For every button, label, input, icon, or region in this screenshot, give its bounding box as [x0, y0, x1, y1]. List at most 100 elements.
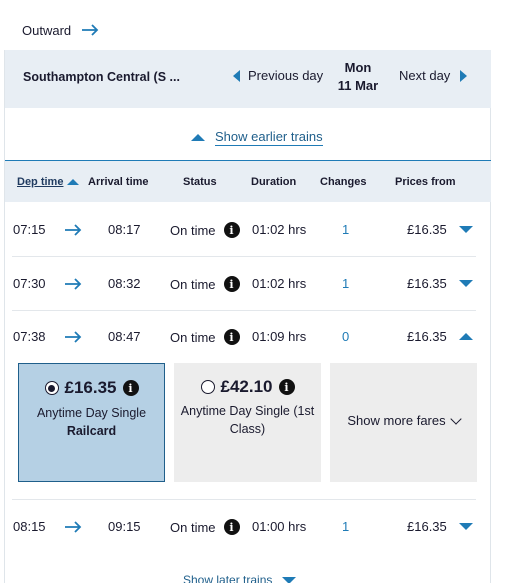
day-label: Mon [344, 60, 372, 75]
triangle-up-icon [458, 333, 473, 340]
chevron-left-icon [233, 69, 240, 82]
fare-description: Anytime Day Single Railcard [25, 404, 158, 440]
arrow-right-icon [64, 223, 81, 236]
table-header: Dep time Arrival time Status Duration Ch… [5, 160, 491, 202]
show-earlier-trains-label: Show earlier trains [215, 129, 323, 146]
duration: 01:00 hrs [252, 519, 307, 534]
price-cell[interactable]: £16.35 [407, 519, 473, 534]
show-later-trains-button[interactable]: Show later trains [183, 573, 297, 583]
date-label: 11 Mar [337, 78, 379, 93]
radio-unselected[interactable] [200, 380, 215, 394]
table-row[interactable]: 07:30 08:32 On time i 01:02 hrs 1 £16.35 [12, 257, 476, 311]
arrival-time-header: Arrival time [88, 176, 149, 188]
table-row[interactable]: 08:15 09:15 On time i 01:00 hrs 1 £16.35 [12, 500, 476, 554]
status-cell: On time i [170, 276, 240, 292]
show-more-fares-card[interactable]: Show more fares [330, 363, 477, 482]
arrow-right-icon [64, 330, 81, 343]
arrival-time: 08:32 [108, 276, 141, 291]
station-bar: Southampton Central (S ... Previous day … [5, 50, 491, 108]
status-text: On time [170, 519, 216, 535]
status-cell: On time i [170, 222, 240, 238]
dep-cell: 08:15 [13, 519, 82, 534]
info-icon[interactable]: i [223, 276, 240, 292]
status-cell: On time i [170, 329, 240, 345]
triangle-down-icon [282, 576, 297, 583]
info-icon[interactable]: i [122, 380, 139, 396]
fare-price: £16.35 [64, 378, 117, 397]
info-icon[interactable]: i [278, 379, 295, 395]
price: £16.35 [407, 329, 447, 344]
changes-link[interactable]: 1 [342, 276, 349, 291]
show-earlier-trains-button[interactable]: Show earlier trains [191, 129, 323, 146]
price: £16.35 [407, 276, 447, 291]
duration-header: Duration [251, 176, 297, 188]
info-icon[interactable]: i [223, 222, 240, 238]
changes-link[interactable]: 1 [342, 519, 349, 534]
show-more-fares-label: Show more fares [347, 413, 446, 428]
status-cell: On time i [170, 519, 240, 535]
price-cell[interactable]: £16.35 [407, 276, 473, 291]
status-header: Status [183, 176, 217, 188]
dep-time: 08:15 [13, 519, 46, 534]
fare-price-row: £42.10 i [174, 377, 321, 397]
info-icon[interactable]: i [223, 329, 240, 345]
dep-cell: 07:15 [13, 222, 82, 237]
dep-time: 07:15 [13, 222, 46, 237]
dep-cell: 07:38 [13, 329, 82, 344]
arrival-time: 08:17 [108, 222, 141, 237]
price-cell[interactable]: £16.35 [407, 329, 473, 344]
price-cell[interactable]: £16.35 [407, 222, 473, 237]
arrival-time: 09:15 [108, 519, 141, 534]
previous-day-button[interactable]: Previous day [233, 68, 323, 83]
changes-link[interactable]: 0 [342, 329, 349, 344]
arrow-right-icon [81, 24, 99, 36]
duration: 01:02 hrs [252, 222, 307, 237]
status-text: On time [170, 329, 216, 345]
dep-time-header: Dep time [17, 176, 64, 188]
sort-ascending-icon [67, 179, 80, 185]
triangle-down-icon [458, 523, 473, 530]
price: £16.35 [407, 222, 447, 237]
duration: 01:09 hrs [252, 329, 307, 344]
changes-header: Changes [320, 176, 367, 188]
fare-description: Anytime Day Single (1st Class) [180, 402, 315, 438]
fare-railcard-label: Railcard [66, 424, 117, 438]
chevron-down-icon [449, 412, 462, 425]
fare-option-first-class[interactable]: £42.10 i Anytime Day Single (1st Class) [174, 363, 321, 482]
changes-link[interactable]: 1 [342, 222, 349, 237]
radio-selected[interactable] [44, 381, 59, 395]
chevron-right-icon [460, 69, 468, 82]
arrow-right-icon [64, 520, 81, 533]
dep-cell: 07:30 [13, 276, 82, 291]
fare-name: Anytime Day Single [36, 406, 147, 420]
direction-label: Outward [22, 22, 72, 38]
next-day-label: Next day [399, 68, 451, 83]
fare-price-row: £16.35 i [19, 378, 164, 398]
price: £16.35 [407, 519, 447, 534]
show-later-trains-label: Show later trains [183, 573, 273, 583]
fare-name: Anytime Day Single (1st Class) [180, 404, 315, 436]
triangle-down-icon [458, 226, 473, 233]
status-text: On time [170, 276, 216, 292]
triangle-down-icon [458, 280, 473, 287]
fare-option-railcard[interactable]: £16.35 i Anytime Day Single Railcard [18, 363, 165, 482]
duration: 01:02 hrs [252, 276, 307, 291]
fare-price: £42.10 [220, 377, 273, 396]
arrow-right-icon [64, 277, 81, 290]
prices-from-header: Prices from [395, 176, 456, 188]
dep-time: 07:38 [13, 329, 46, 344]
outward-label: Outward [22, 20, 99, 40]
table-row[interactable]: 07:38 08:47 On time i 01:09 hrs 0 £16.35 [12, 310, 476, 364]
current-date: Mon 11 Mar [333, 59, 383, 95]
triangle-up-icon [191, 134, 205, 141]
status-text: On time [170, 222, 216, 238]
previous-day-label: Previous day [248, 68, 324, 83]
sort-dep-time[interactable]: Dep time [17, 176, 80, 188]
table-row[interactable]: 07:15 08:17 On time i 01:02 hrs 1 £16.35 [12, 203, 476, 257]
arrival-time: 08:47 [108, 329, 141, 344]
dep-time: 07:30 [13, 276, 46, 291]
station-name: Southampton Central (S ... [23, 70, 180, 84]
next-day-button[interactable]: Next day [399, 68, 468, 83]
show-more-fares-button[interactable]: Show more fares [330, 412, 477, 428]
info-icon[interactable]: i [223, 519, 240, 535]
